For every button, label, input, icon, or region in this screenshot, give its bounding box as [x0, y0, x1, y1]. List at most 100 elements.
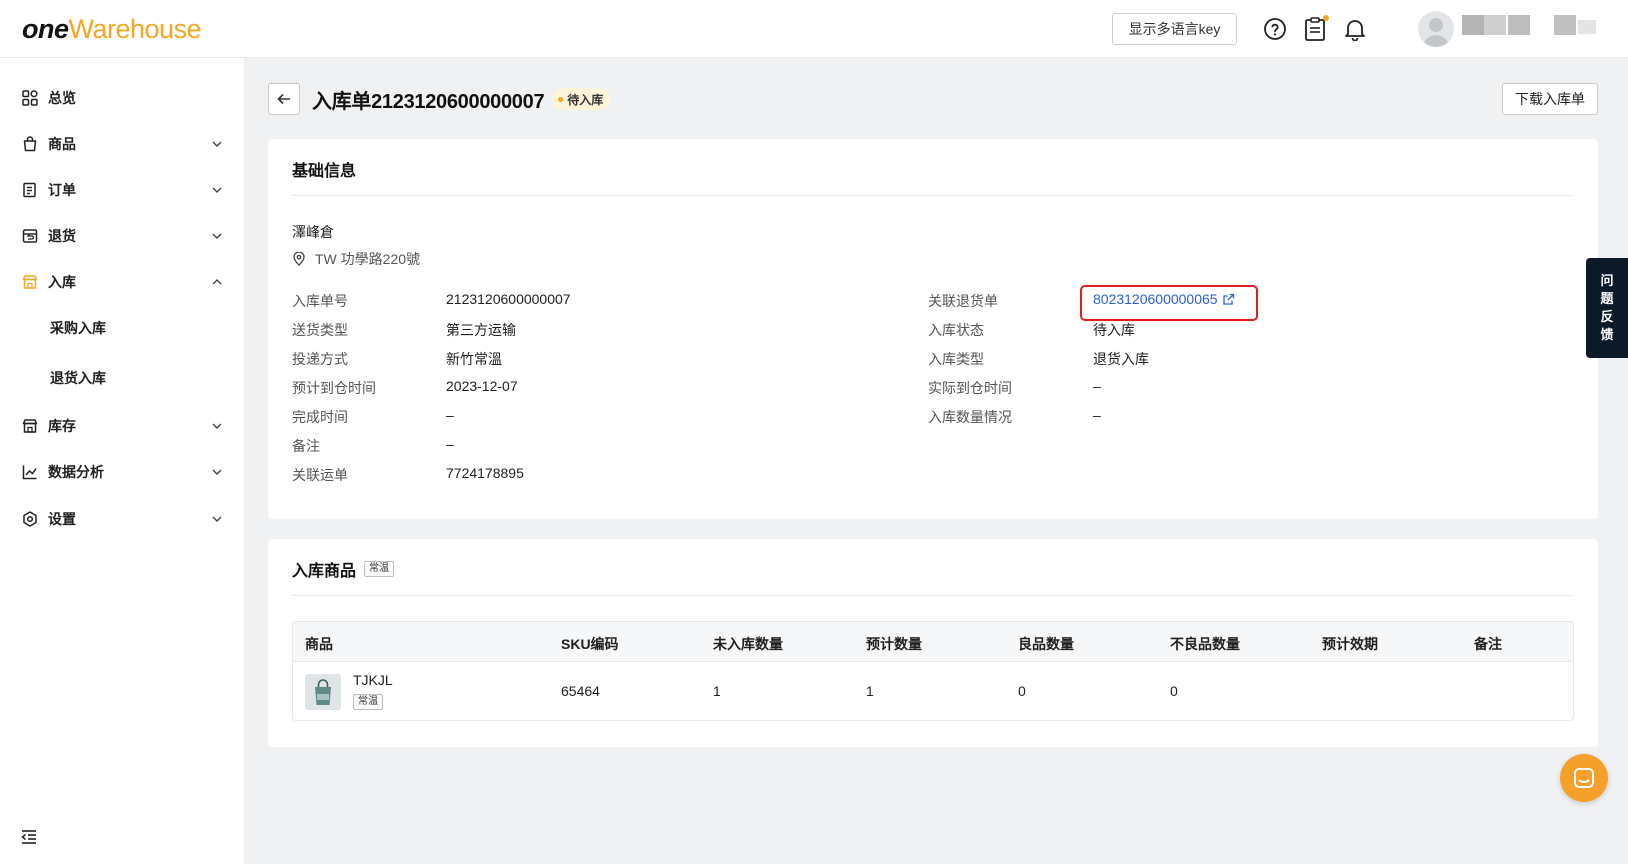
feedback-char: 馈	[1600, 327, 1614, 342]
completion-time-label: 完成时间	[292, 409, 348, 425]
divider	[292, 195, 1574, 196]
product-name: TJKJL	[353, 672, 393, 688]
product-temp-tag: 常温	[353, 694, 383, 710]
actual-arrival-value: –	[1093, 378, 1101, 394]
remark-value: –	[446, 436, 454, 452]
sidebar-item-returns[interactable]: 退货	[0, 216, 245, 256]
good-qty: 0	[1018, 683, 1026, 699]
sidebar-item-label: 入库	[48, 274, 76, 290]
back-button[interactable]	[268, 83, 300, 115]
sidebar-item-label: 数据分析	[48, 464, 104, 480]
show-language-key-button[interactable]: 显示多语言key	[1112, 13, 1237, 45]
completion-time-value: –	[446, 407, 454, 423]
sidebar-item-label: 商品	[48, 136, 76, 152]
status-dot	[558, 96, 564, 102]
sidebar-item-inbound[interactable]: 入库	[0, 262, 245, 302]
shipping-method-label: 投递方式	[292, 351, 348, 367]
sku-code: 65464	[561, 683, 600, 699]
temperature-tag: 常温	[364, 561, 395, 577]
column-header: 备注	[1474, 636, 1502, 652]
user-org-blurred	[1554, 15, 1576, 35]
inbound-status-label: 入库状态	[928, 322, 984, 338]
shipping-method-value: 新竹常溫	[446, 351, 502, 367]
analytics-icon	[22, 464, 38, 480]
collapse-sidebar-icon[interactable]	[20, 828, 38, 846]
inbound-goods-card: 入库商品 常温 商品 SKU编码 未入库数量 预计数量 良品数量 不良品数量 预…	[268, 539, 1598, 747]
sidebar-item-settings[interactable]: 设置	[0, 499, 245, 539]
status-badge-label: 待入库	[567, 92, 604, 107]
top-bar: oneWarehouse 显示多语言key	[0, 0, 1628, 58]
goods-table: 商品 SKU编码 未入库数量 预计数量 良品数量 不良品数量 预计效期 备注 T…	[292, 621, 1574, 721]
return-icon	[22, 228, 38, 244]
sidebar-item-products[interactable]: 商品	[0, 124, 245, 164]
chevron-down-icon	[212, 187, 222, 193]
inbound-icon	[22, 274, 38, 290]
inbound-goods-title: 入库商品	[292, 563, 357, 580]
inbound-no-value: 2123120600000007	[446, 291, 571, 307]
logo-part-one: one	[22, 14, 69, 44]
sidebar-item-label: 库存	[48, 418, 76, 434]
user-name-blurred	[1462, 15, 1484, 35]
bag-icon	[22, 136, 38, 152]
chevron-up-icon	[212, 279, 222, 285]
arrow-left-icon	[277, 93, 290, 105]
product-thumbnail[interactable]	[305, 674, 341, 710]
column-header: 不良品数量	[1170, 636, 1240, 652]
order-icon	[22, 182, 38, 198]
inbound-type-value: 退货入库	[1093, 351, 1149, 367]
help-icon[interactable]	[1262, 16, 1288, 42]
column-header: 良品数量	[1018, 636, 1074, 652]
sidebar: 总览 商品 订单 退货 入库 采购入库 退货入库 库存 数据分析 设置	[0, 58, 245, 864]
chat-button[interactable]	[1560, 754, 1608, 802]
warehouse-name: 澤峰倉	[292, 224, 334, 240]
sidebar-item-label: 订单	[48, 182, 76, 198]
feedback-char: 反	[1600, 309, 1614, 324]
sidebar-item-label: 设置	[48, 511, 76, 527]
related-waybill-value: 7724178895	[446, 465, 524, 481]
remark-label: 备注	[292, 438, 320, 454]
basic-info-card: 基础信息 澤峰倉 TW 功學路220號 入库单号 212312060000000…	[268, 139, 1598, 519]
column-header: 预计效期	[1322, 636, 1378, 652]
chevron-down-icon	[212, 233, 222, 239]
table-header: 商品 SKU编码 未入库数量 预计数量 良品数量 不良品数量 预计效期 备注	[293, 622, 1573, 662]
estimated-arrival-value: 2023-12-07	[446, 378, 518, 394]
feedback-tab[interactable]: 问 题 反 馈	[1586, 258, 1628, 358]
chat-icon	[1574, 768, 1594, 788]
column-header: 商品	[305, 636, 333, 652]
expected-qty: 1	[866, 683, 874, 699]
feedback-char: 问	[1600, 273, 1614, 288]
inbound-quantity-label: 入库数量情况	[928, 409, 1012, 425]
brand-logo[interactable]: oneWarehouse	[22, 12, 202, 46]
estimated-arrival-label: 预计到仓时间	[292, 380, 376, 396]
dashboard-icon	[22, 90, 38, 106]
column-header: 预计数量	[866, 636, 922, 652]
column-header: 未入库数量	[713, 636, 783, 652]
download-inbound-order-button[interactable]: 下载入库单	[1502, 83, 1598, 115]
chevron-down-icon	[212, 423, 222, 429]
related-waybill-label: 关联运单	[292, 467, 348, 483]
warehouse-address-text: TW 功學路220號	[315, 251, 421, 267]
actual-arrival-label: 实际到仓时间	[928, 380, 1012, 396]
delivery-type-value: 第三方运输	[446, 322, 516, 338]
sidebar-item-inventory[interactable]: 库存	[0, 406, 245, 446]
avatar[interactable]	[1418, 11, 1454, 47]
defective-qty: 0	[1170, 683, 1178, 699]
page-title: 入库单2123120600000007	[312, 90, 545, 113]
sidebar-item-label: 总览	[48, 90, 76, 106]
sidebar-item-overview[interactable]: 总览	[0, 78, 245, 118]
user-org-blurred	[1578, 20, 1596, 34]
divider	[292, 595, 1574, 596]
clipboard-icon[interactable]	[1302, 15, 1329, 42]
table-row: TJKJL 常温 65464 1 1 0 0	[293, 662, 1573, 720]
basic-info-title: 基础信息	[292, 163, 357, 180]
related-return-label: 关联退货单	[928, 293, 998, 309]
chevron-down-icon	[212, 141, 222, 147]
user-name-blurred	[1508, 15, 1530, 35]
column-header: SKU编码	[561, 636, 619, 652]
status-badge: 待入库	[552, 88, 611, 110]
sidebar-subitem-return-inbound[interactable]: 退货入库	[0, 358, 245, 398]
sidebar-item-orders[interactable]: 订单	[0, 170, 245, 210]
sidebar-subitem-purchase-inbound[interactable]: 采购入库	[0, 308, 245, 348]
bell-icon[interactable]	[1342, 16, 1368, 42]
sidebar-item-analytics[interactable]: 数据分析	[0, 452, 245, 492]
